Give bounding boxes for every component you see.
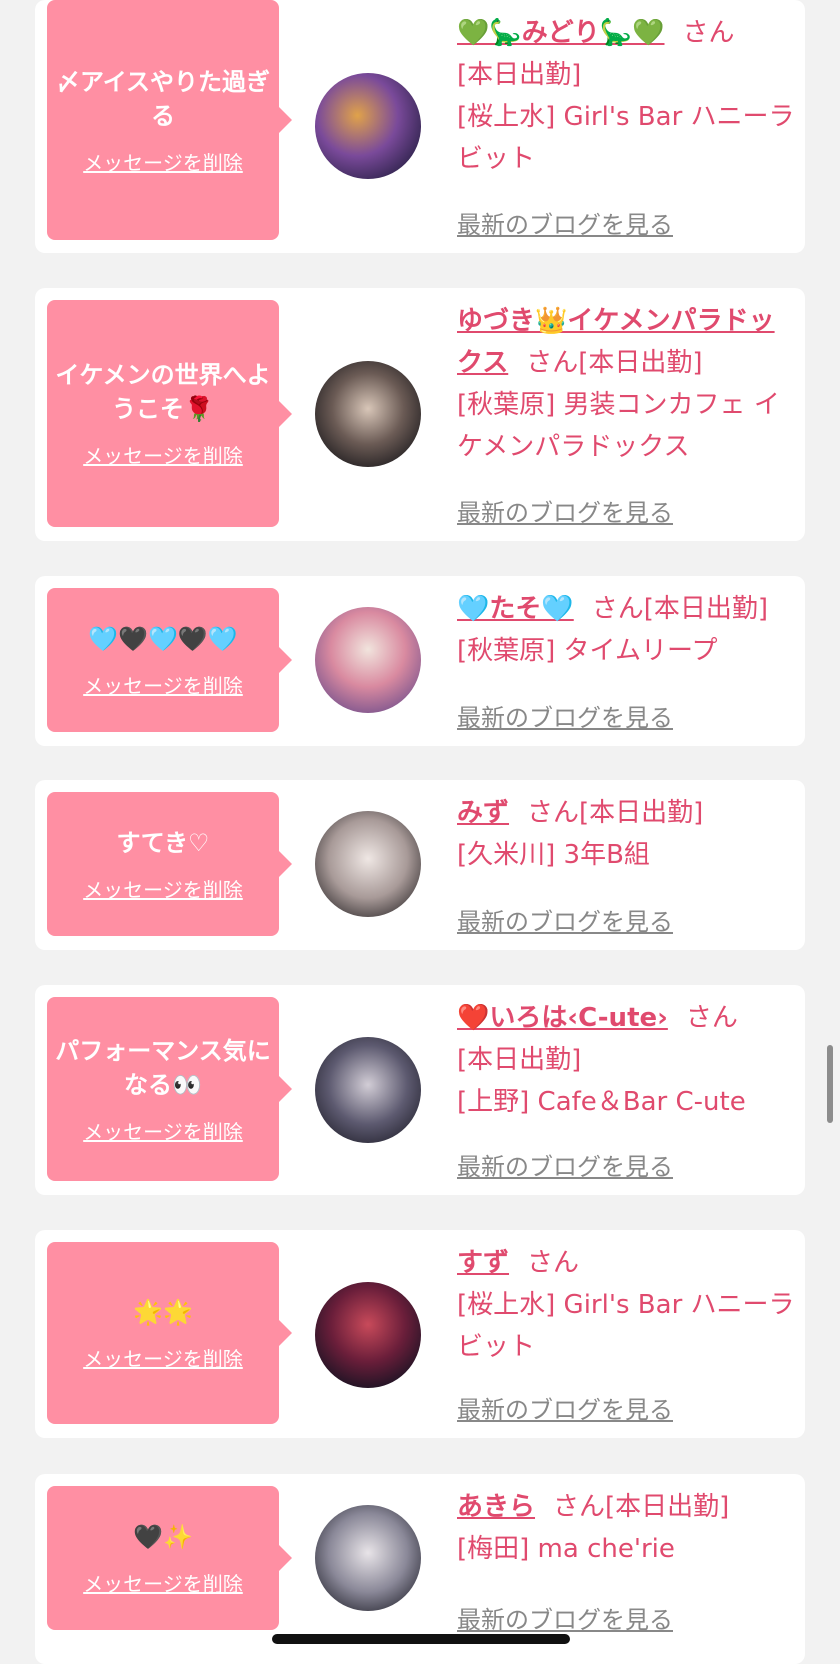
latest-blog-link[interactable]: 最新のブログを見る: [457, 1147, 673, 1182]
message-card: 🩵🖤🩵🖤🩵 メッセージを削除 🩵たそ🩵 さん[本日出勤] [秋葉原] タイムリープ…: [35, 576, 805, 746]
cast-info: すず さん [桜上水] Girl's Bar ハニーラビット: [457, 1242, 795, 1368]
attendance-status: [本日出勤]: [579, 798, 704, 828]
cast-info: ゆづき👑イケメンパラドックス さん[本日出勤] [秋葉原] 男装コンカフェ イケメ…: [457, 300, 795, 468]
latest-blog-link[interactable]: 最新のブログを見る: [457, 902, 673, 937]
avatar[interactable]: [315, 361, 421, 467]
delete-message-link[interactable]: メッセージを削除: [83, 1343, 243, 1372]
delete-message-link[interactable]: メッセージを削除: [83, 1568, 243, 1597]
cast-info: みず さん[本日出勤] [久米川] 3年B組: [457, 792, 795, 876]
message-bubble: イケメンの世界へようこそ🌹 メッセージを削除: [47, 300, 292, 527]
latest-blog-link[interactable]: 最新のブログを見る: [457, 1390, 673, 1425]
message-bubble: すてき♡ メッセージを削除: [47, 792, 292, 936]
honorific: さん: [591, 594, 644, 624]
cast-name-link[interactable]: あきら: [457, 1492, 535, 1522]
cast-name-link[interactable]: すず: [457, 1248, 509, 1278]
message-card: イケメンの世界へようこそ🌹 メッセージを削除 ゆづき👑イケメンパラドックス さん[…: [35, 288, 805, 541]
message-text: 🖤✨: [133, 1522, 193, 1551]
shop-location: [梅田] ma che'rie: [457, 1534, 675, 1564]
latest-blog-link[interactable]: 最新のブログを見る: [457, 1600, 673, 1635]
cast-name-link[interactable]: みず: [457, 798, 509, 828]
attendance-status: [本日出勤]: [605, 1492, 730, 1522]
attendance-status: [本日出勤]: [457, 60, 582, 90]
cast-info: 💚🦕みどり🦕💚 さん [本日出勤] [桜上水] Girl's Bar ハニーラビッ…: [457, 12, 795, 180]
cast-name-link[interactable]: ❤️いろは‹C-ute›: [457, 1003, 668, 1033]
delete-message-link[interactable]: メッセージを削除: [83, 874, 243, 903]
avatar[interactable]: [315, 607, 421, 713]
message-bubble: パフォーマンス気になる👀 メッセージを削除: [47, 997, 292, 1181]
message-bubble: 〆アイスやりた過ぎる メッセージを削除: [47, 0, 292, 240]
home-indicator[interactable]: [272, 1634, 570, 1644]
message-text: イケメンの世界へようこそ🌹: [55, 361, 271, 423]
honorific: さん: [526, 348, 579, 378]
message-text: 🌟🌟: [133, 1297, 193, 1326]
delete-message-link[interactable]: メッセージを削除: [83, 440, 243, 469]
shop-location: [秋葉原] タイムリープ: [457, 636, 718, 666]
avatar[interactable]: [315, 1282, 421, 1388]
cast-info: ❤️いろは‹C-ute› さん [本日出勤] [上野] Cafe＆Bar C-ut…: [457, 997, 795, 1123]
avatar[interactable]: [315, 73, 421, 179]
message-bubble: 🌟🌟 メッセージを削除: [47, 1242, 292, 1424]
cast-name-link[interactable]: 🩵たそ🩵: [457, 594, 574, 624]
avatar[interactable]: [315, 1505, 421, 1611]
message-card: すてき♡ メッセージを削除 みず さん[本日出勤] [久米川] 3年B組 最新のブ…: [35, 780, 805, 950]
message-bubble: 🩵🖤🩵🖤🩵 メッセージを削除: [47, 588, 292, 732]
shop-location: [秋葉原] 男装コンカフェ イケメンパラドックス: [457, 390, 780, 462]
avatar[interactable]: [315, 1037, 421, 1143]
cast-info: あきら さん[本日出勤] [梅田] ma che'rie: [457, 1486, 795, 1570]
message-text: 🩵🖤🩵🖤🩵: [88, 624, 238, 653]
attendance-status: [本日出勤]: [578, 348, 703, 378]
honorific: さん: [527, 1248, 580, 1278]
message-text: 〆アイスやりた過ぎる: [55, 67, 271, 130]
cast-name-link[interactable]: 💚🦕みどり🦕💚: [457, 18, 665, 48]
message-bubble: 🖤✨ メッセージを削除: [47, 1486, 292, 1630]
attendance-status: [本日出勤]: [643, 594, 769, 624]
honorific: さん: [553, 1492, 606, 1522]
message-text: すてき♡: [116, 828, 210, 857]
message-card: 🌟🌟 メッセージを削除 すず さん [桜上水] Girl's Bar ハニーラビッ…: [35, 1230, 805, 1438]
avatar[interactable]: [315, 811, 421, 917]
delete-message-link[interactable]: メッセージを削除: [83, 670, 243, 699]
scrollbar[interactable]: [827, 1045, 833, 1123]
delete-message-link[interactable]: メッセージを削除: [83, 1116, 243, 1145]
shop-location: [上野] Cafe＆Bar C-ute: [457, 1087, 746, 1117]
shop-location: [桜上水] Girl's Bar ハニーラビット: [457, 102, 795, 174]
message-text: パフォーマンス気になる👀: [55, 1036, 271, 1099]
message-card: 〆アイスやりた過ぎる メッセージを削除 💚🦕みどり🦕💚 さん [本日出勤] [桜上…: [35, 0, 805, 253]
delete-message-link[interactable]: メッセージを削除: [83, 147, 243, 176]
latest-blog-link[interactable]: 最新のブログを見る: [457, 698, 673, 733]
honorific: さん: [682, 18, 735, 48]
honorific: さん: [685, 1003, 738, 1033]
latest-blog-link[interactable]: 最新のブログを見る: [457, 205, 673, 240]
cast-info: 🩵たそ🩵 さん[本日出勤] [秋葉原] タイムリープ: [457, 588, 795, 672]
shop-location: [桜上水] Girl's Bar ハニーラビット: [457, 1290, 795, 1362]
attendance-status: [本日出勤]: [457, 1045, 582, 1075]
message-card: パフォーマンス気になる👀 メッセージを削除 ❤️いろは‹C-ute› さん [本日…: [35, 985, 805, 1195]
honorific: さん: [527, 798, 580, 828]
latest-blog-link[interactable]: 最新のブログを見る: [457, 493, 673, 528]
shop-location: [久米川] 3年B組: [457, 840, 650, 870]
